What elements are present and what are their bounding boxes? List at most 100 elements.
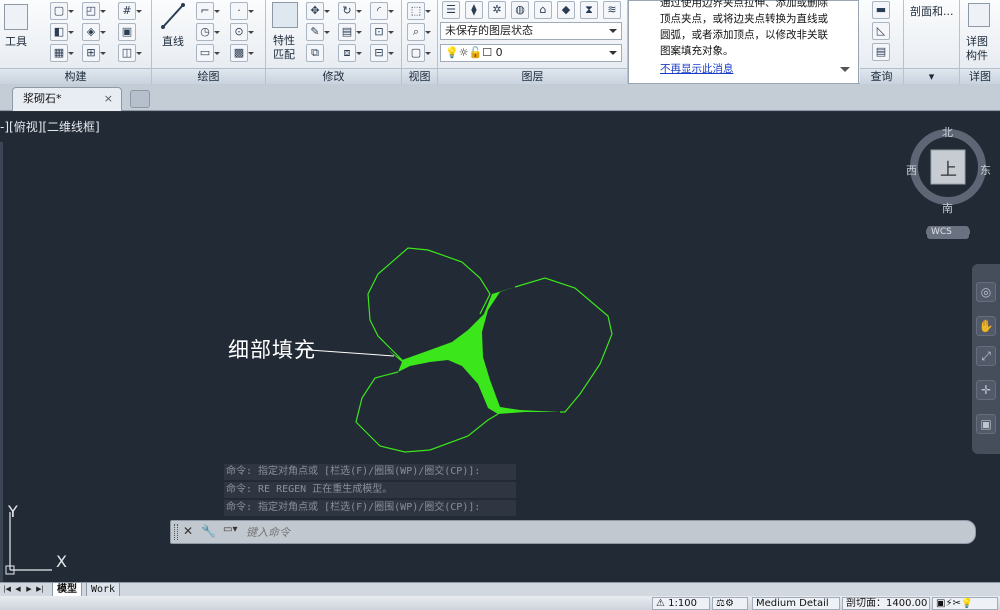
layer-freeze-icon[interactable]: ✲	[488, 1, 506, 19]
match-properties-label-2[interactable]: 匹配	[273, 46, 295, 62]
detail-hatch-fill[interactable]	[388, 287, 560, 414]
close-icon[interactable]: ×	[104, 88, 113, 110]
line-label[interactable]: 直线	[162, 33, 184, 49]
wcs-label: WCS	[931, 227, 952, 237]
viewcube[interactable]: 北 南 东 西 上	[900, 124, 996, 234]
tray-icons[interactable]: ▣⚡✂💡	[932, 597, 998, 610]
area-icon[interactable]: ◺	[872, 22, 890, 40]
stone-outline-right[interactable]	[514, 277, 613, 413]
recent-commands-icon[interactable]: ▭▾	[223, 524, 237, 535]
tab-work[interactable]: Work	[86, 583, 121, 597]
scale-icon[interactable]: ⊡	[370, 23, 394, 41]
stone-outline-left[interactable]	[355, 371, 499, 453]
array-icon[interactable]: ⊟	[370, 44, 394, 62]
cut-plane-value: 剖切面：1400.00	[846, 598, 928, 609]
rectangle-icon[interactable]: ▭	[196, 44, 220, 62]
command-line-grip[interactable]	[174, 524, 178, 540]
document-tab-title: 浆砌石*	[23, 92, 62, 105]
zoom-extents-icon[interactable]: ⤢	[976, 346, 996, 366]
copy-icon[interactable]: ⧉	[306, 44, 324, 62]
stretch-icon[interactable]: ▤	[338, 23, 362, 41]
hatch-icon[interactable]: ▩	[230, 44, 254, 62]
cut-plane-display[interactable]: 剖切面：1400.00	[842, 597, 930, 610]
annotation-visibility-icons[interactable]: ⚖⚙	[712, 597, 748, 610]
tab-model[interactable]: 模型	[52, 583, 82, 597]
steering-wheel-icon[interactable]: ◎	[976, 282, 996, 302]
wcs-menu[interactable]: WCS	[927, 226, 969, 239]
command-input[interactable]	[246, 523, 746, 541]
layer-merge-icon[interactable]: ⧗	[580, 1, 598, 19]
north-label[interactable]: 北	[942, 124, 953, 140]
south-label[interactable]: 南	[942, 200, 953, 216]
point-icon[interactable]: ·	[230, 2, 254, 20]
measure-icon[interactable]: ▬	[872, 1, 890, 19]
close-icon[interactable]: ✕	[183, 524, 193, 538]
layer-properties-icon[interactable]: ☰	[442, 1, 460, 19]
pan-icon[interactable]: ✋	[976, 316, 996, 336]
document-tab[interactable]: 浆砌石* ×	[12, 87, 122, 111]
panel-layers-title[interactable]: 图层	[438, 68, 627, 84]
grid-icon[interactable]: #	[118, 2, 142, 20]
panel-section-title[interactable]: ▾	[904, 68, 959, 84]
layer-states-icon[interactable]: ≋	[603, 1, 621, 19]
tools-icon[interactable]	[4, 4, 28, 30]
fillet-icon[interactable]: ◜	[370, 2, 394, 20]
visual-style-icon[interactable]: ▢	[407, 44, 431, 62]
space-icon[interactable]: ⊞	[82, 44, 106, 62]
top-face[interactable]: 上	[940, 155, 957, 180]
calculator-icon[interactable]: ▤	[872, 43, 890, 61]
showmotion-icon[interactable]: ▣	[976, 414, 996, 434]
status-bar: ⚠ 1:100 ⚖⚙ Medium Detail 剖切面：1400.00 ▣⚡✂…	[0, 596, 1000, 610]
prev-layout-icon[interactable]: ◀	[13, 584, 23, 595]
orbit-icon[interactable]: ✛	[976, 380, 996, 400]
match-properties-icon[interactable]	[272, 2, 298, 28]
ellipse-icon[interactable]: ⊙	[230, 23, 254, 41]
mirror-icon[interactable]: ⧈	[338, 44, 362, 62]
trim-icon[interactable]: ✎	[306, 23, 330, 41]
east-label[interactable]: 东	[980, 162, 991, 178]
line-icon[interactable]	[160, 2, 186, 30]
first-layout-icon[interactable]: |◀	[2, 584, 12, 595]
panel-layers: ☰ ⧫ ✲ ◍ ⌂ ◆ ⧗ ≋ 未保存的图层状态 💡☼🔓☐ 0 图层	[438, 0, 628, 84]
curtain-wall-icon[interactable]: ▦	[50, 44, 74, 62]
circle-icon[interactable]: ◷	[196, 23, 220, 41]
view-cube-icon[interactable]: ⬚	[407, 2, 431, 20]
layer-state-dropdown[interactable]: 未保存的图层状态	[440, 22, 622, 40]
polyline-icon[interactable]: ⌐	[196, 2, 220, 20]
west-label[interactable]: 西	[906, 162, 917, 178]
wall-icon[interactable]: ▢	[50, 2, 74, 20]
move-icon[interactable]: ✥	[306, 2, 330, 20]
layout-tab-bar: |◀ ◀ ▶ ▶| 模型 Work	[0, 582, 1000, 597]
slab-icon[interactable]: ◫	[118, 44, 142, 62]
annotation-scale[interactable]: ⚠ 1:100	[652, 597, 710, 610]
section-label[interactable]: 剖面和...	[910, 3, 954, 19]
tooltip-scroll-icon[interactable]	[840, 67, 850, 77]
detail-component-label-2[interactable]: 构件	[966, 47, 988, 63]
last-layout-icon[interactable]: ▶|	[35, 584, 45, 595]
next-layout-icon[interactable]: ▶	[24, 584, 34, 595]
layer-isolate-icon[interactable]: ⧫	[465, 1, 483, 19]
stair-icon[interactable]: ◈	[82, 23, 106, 41]
window-icon[interactable]: ◰	[82, 2, 106, 20]
drawing-canvas[interactable]: -][俯视][二维线框] 细部填充 Y X 北 南 东 西 上 WCS ◎ ✋ …	[0, 112, 1000, 582]
zoom-icon[interactable]: ⌕	[407, 23, 431, 41]
panel-modify-title[interactable]: 修改	[266, 68, 401, 84]
rotate-icon[interactable]: ↻	[338, 2, 362, 20]
door-icon[interactable]: ◧	[50, 23, 74, 41]
layer-off-icon[interactable]: ◍	[511, 1, 529, 19]
panel-query-title[interactable]: 查询	[860, 68, 903, 84]
new-tab-button[interactable]	[130, 90, 150, 108]
command-history-line: 命令: 指定对角点或 [栏选(F)/圈围(WP)/圈交(CP)]:	[224, 500, 516, 516]
navigation-bar: ◎ ✋ ⤢ ✛ ▣	[972, 264, 1000, 454]
detail-component-icon[interactable]	[968, 3, 990, 27]
detail-level-value: Medium Detail	[756, 598, 829, 609]
layer-lock-icon[interactable]: ⌂	[534, 1, 552, 19]
current-layer-dropdown[interactable]: 💡☼🔓☐ 0	[440, 44, 622, 62]
dont-show-again-link[interactable]: 不再显示此消息	[660, 61, 734, 77]
column-icon[interactable]: ▣	[118, 23, 136, 41]
tools-label[interactable]: 工具	[5, 33, 27, 49]
layer-walk-icon[interactable]: ◆	[557, 1, 575, 19]
detail-level-dropdown[interactable]: Medium Detail	[752, 597, 840, 610]
annotation-text[interactable]: 细部填充	[228, 334, 316, 364]
customize-wrench-icon[interactable]: 🔧	[201, 524, 216, 538]
